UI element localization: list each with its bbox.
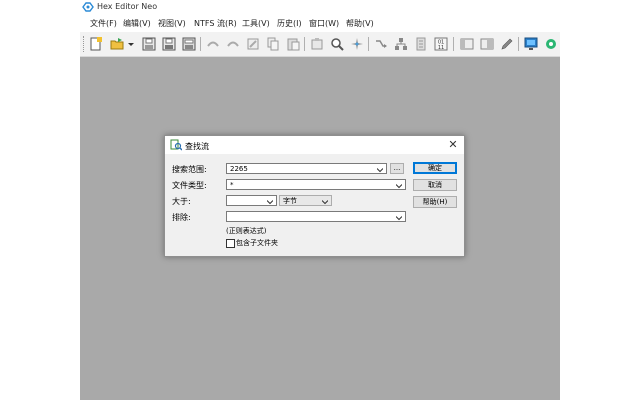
- find-streams-dialog: 查找流 ✕ 搜索范围: 2265 ... 文件类型: * 大于: 字节 排除: …: [164, 135, 465, 257]
- find-replace-icon[interactable]: [350, 37, 364, 51]
- edit-icon[interactable]: [246, 37, 260, 51]
- toolbar: 01 11: [80, 32, 560, 57]
- size-combo[interactable]: [226, 195, 277, 206]
- chevron-down-icon: [395, 214, 403, 221]
- monitor-icon[interactable]: [524, 37, 538, 51]
- open-folder-icon[interactable]: [110, 37, 124, 51]
- include-subfolders-checkbox[interactable]: [226, 239, 235, 248]
- copy-icon[interactable]: [266, 37, 280, 51]
- find-streams-icon: [170, 139, 183, 151]
- size-unit-combo[interactable]: 字节: [279, 195, 332, 206]
- browse-button[interactable]: ...: [390, 163, 404, 174]
- pen-icon[interactable]: [500, 37, 514, 51]
- exclude-label: 排除:: [172, 213, 191, 222]
- app-logo-icon: [82, 2, 94, 12]
- binary-icon[interactable]: 01 11: [434, 37, 448, 51]
- find-icon[interactable]: [330, 37, 344, 51]
- tree-icon[interactable]: [394, 37, 408, 51]
- search-range-value: 2265: [230, 165, 248, 173]
- dropdown-arrow-icon[interactable]: [128, 37, 134, 51]
- menu-window[interactable]: 窗口(W): [309, 18, 339, 29]
- undo-icon[interactable]: [206, 37, 220, 51]
- save-all-icon[interactable]: [182, 37, 196, 51]
- search-range-label: 搜索范围:: [172, 165, 207, 174]
- include-subfolders-label[interactable]: 包含子文件夹: [236, 238, 278, 248]
- toolbar-separator: [453, 37, 454, 51]
- file-type-value: *: [230, 181, 234, 189]
- menu-view[interactable]: 视图(V): [158, 18, 186, 29]
- dialog-title-bar: 查找流 ✕: [165, 136, 464, 154]
- toolbar-separator: [304, 37, 305, 51]
- file-type-combo[interactable]: *: [226, 179, 406, 190]
- panel-split-icon[interactable]: [480, 37, 494, 51]
- toolbar-separator: [200, 37, 201, 51]
- menu-tools[interactable]: 工具(V): [242, 18, 270, 29]
- new-file-icon[interactable]: [89, 37, 103, 51]
- redo-icon[interactable]: [226, 37, 240, 51]
- ok-button[interactable]: 确定: [413, 162, 457, 174]
- panel-icon[interactable]: [460, 37, 474, 51]
- size-greater-label: 大于:: [172, 197, 191, 206]
- history-icon[interactable]: [374, 37, 388, 51]
- menu-help[interactable]: 帮助(V): [346, 18, 374, 29]
- menu-ntfs-streams[interactable]: NTFS 流(R): [194, 18, 237, 29]
- chevron-down-icon: [376, 166, 384, 173]
- menu-edit[interactable]: 编辑(V): [123, 18, 151, 29]
- cut-icon[interactable]: [310, 37, 324, 51]
- chevron-down-icon: [395, 182, 403, 189]
- file-type-label: 文件类型:: [172, 181, 207, 190]
- paste-icon[interactable]: [286, 37, 300, 51]
- toolbar-separator: [368, 37, 369, 51]
- search-range-combo[interactable]: 2265: [226, 163, 387, 174]
- toolbar-separator: [518, 37, 519, 51]
- exclude-combo[interactable]: [226, 211, 406, 222]
- dialog-title: 查找流: [185, 142, 209, 151]
- help-button[interactable]: 帮助(H): [413, 196, 457, 208]
- save-icon[interactable]: [142, 37, 156, 51]
- regex-note: (正则表达式): [226, 227, 267, 235]
- title-bar: Hex Editor Neo: [80, 0, 560, 14]
- window-title: Hex Editor Neo: [97, 2, 158, 11]
- size-unit-value: 字节: [283, 197, 297, 205]
- cancel-button[interactable]: 取消: [413, 179, 457, 191]
- settings-icon[interactable]: [544, 37, 558, 51]
- close-icon[interactable]: ✕: [446, 138, 460, 152]
- save-as-icon[interactable]: [162, 37, 176, 51]
- menu-history[interactable]: 历史(I): [277, 18, 302, 29]
- svg-text:11: 11: [438, 45, 444, 51]
- bookmark-icon[interactable]: [414, 37, 428, 51]
- toolbar-grip[interactable]: [83, 36, 86, 52]
- chevron-down-icon: [321, 198, 329, 205]
- chevron-down-icon: [266, 198, 274, 205]
- menu-file[interactable]: 文件(F): [90, 18, 117, 29]
- menu-bar: 文件(F) 编辑(V) 视图(V) NTFS 流(R) 工具(V) 历史(I) …: [80, 14, 560, 32]
